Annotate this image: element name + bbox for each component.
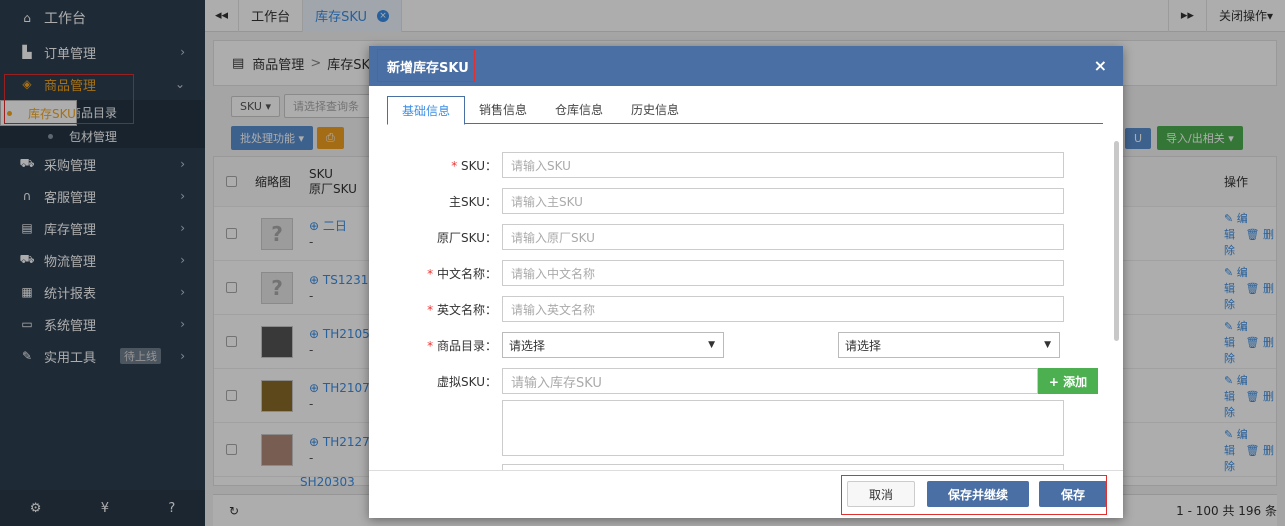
catalog-select-secondary[interactable]: 请选择 ▼ [838,332,1060,358]
label-text: 英文名称： [436,302,497,317]
close-icon[interactable]: × [1094,56,1107,75]
field-main-sku: 主SKU： [369,188,497,214]
field-label: * 英文名称： [427,302,497,317]
field-catalog: * 商品目录： [369,332,497,358]
select-value: 请选择 [845,338,882,353]
add-stock-sku-dialog: 新增库存SKU × 基础信息 销售信息 仓库信息 历史信息 * SKU： 请输入… [369,46,1123,518]
label-text: SKU： [461,158,497,173]
dropdown-caret-icon: ▼ [708,340,715,350]
orig-sku-input[interactable]: 请输入原厂SKU [502,224,1064,250]
tab-basic-info[interactable]: 基础信息 [387,96,466,125]
field-virtual-sku: 虚拟SKU： [369,368,497,394]
cancel-button[interactable]: 取消 [847,481,915,507]
field-label: 虚拟SKU： [437,374,497,389]
sku-input[interactable]: 请输入SKU [502,152,1064,178]
field-cn-name: * 中文名称： [369,260,497,286]
cn-name-input[interactable]: 请输入中文名称 [502,260,1064,286]
field-sku: * SKU： [369,152,497,178]
dialog-scrollbar[interactable] [1114,141,1119,341]
label-text: 商品目录： [436,338,497,353]
label-text: 中文名称： [436,266,497,281]
virtual-sku-list[interactable] [502,400,1064,456]
tab-sales-info[interactable]: 销售信息 [465,96,541,124]
save-button[interactable]: 保存 [1039,481,1107,507]
en-name-input[interactable]: 请输入英文名称 [502,296,1064,322]
field-label: * 中文名称： [427,266,497,281]
dialog-tabs: 基础信息 销售信息 仓库信息 历史信息 [387,96,1103,125]
field-orig-sku: 原厂SKU： [369,224,497,250]
field-en-name: * 英文名称： [369,296,497,322]
virtual-sku-input[interactable]: 请输入库存SKU [502,368,1038,394]
field-label: 主SKU： [449,194,497,209]
tab-history-info[interactable]: 历史信息 [617,96,693,124]
add-virtual-sku-button[interactable]: + 添加 [1038,368,1098,394]
dialog-footer: 取消 保存并继续 保存 [369,470,1123,518]
dialog-header: 新增库存SKU × [369,46,1123,86]
tab-warehouse-info[interactable]: 仓库信息 [541,96,617,124]
field-label: * 商品目录： [427,338,497,353]
field-label: * SKU： [451,158,497,173]
save-and-continue-button[interactable]: 保存并继续 [927,481,1029,507]
dialog-title: 新增库存SKU [387,60,469,76]
catalog-select-primary[interactable]: 请选择 ▼ [502,332,724,358]
select-value: 请选择 [509,338,546,353]
dropdown-caret-icon: ▼ [1044,340,1051,350]
main-sku-input[interactable]: 请输入主SKU [502,188,1064,214]
field-label: 原厂SKU： [437,230,497,245]
